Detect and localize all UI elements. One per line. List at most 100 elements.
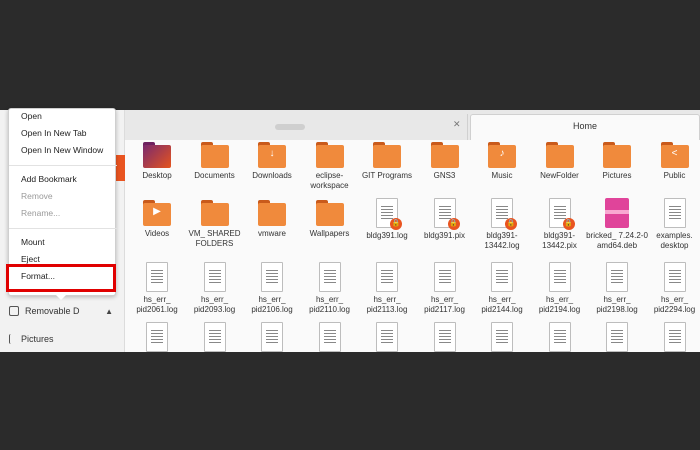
file-item[interactable] bbox=[244, 322, 300, 352]
file-item[interactable] bbox=[532, 322, 588, 352]
folder-icon bbox=[373, 142, 401, 168]
sidebar-item-label: Removable D bbox=[25, 306, 80, 316]
folder-icon bbox=[200, 142, 229, 168]
document-icon bbox=[548, 262, 571, 292]
drive-icon bbox=[9, 306, 19, 316]
file-item[interactable]: ♪ Music bbox=[474, 140, 530, 181]
file-item[interactable]: NewFolder bbox=[532, 140, 588, 181]
file-item[interactable]: ↓ Downloads bbox=[244, 140, 300, 181]
folder-icon bbox=[143, 142, 171, 168]
lock-icon: 🔒 bbox=[562, 218, 575, 230]
file-label: GIT Programs bbox=[361, 171, 413, 180]
file-label: hs_err_ pid2294.log bbox=[653, 295, 696, 314]
file-item[interactable]: hs_err_ pid2294.log bbox=[647, 262, 700, 315]
document-icon bbox=[433, 262, 456, 292]
document-icon bbox=[376, 262, 398, 292]
lock-icon: 🔒 bbox=[447, 218, 460, 230]
file-label: bricked_ 7.24.2-0 amd64.deb bbox=[586, 231, 648, 250]
file-item[interactable]: Pictures bbox=[589, 140, 645, 181]
menu-item-open-new-window[interactable]: Open In New Window bbox=[21, 145, 103, 155]
menu-item-open[interactable]: Open bbox=[21, 111, 42, 121]
file-label: hs_err_ pid2061.log bbox=[136, 295, 178, 314]
file-item[interactable]: hs_err_ pid2106.log bbox=[244, 262, 300, 315]
sidebar-item-removable-drive[interactable]: Removable D ▲ bbox=[0, 300, 125, 322]
file-item[interactable]: 🔒 bldg391-13442.pix bbox=[532, 198, 588, 251]
file-label: Desktop bbox=[142, 171, 172, 180]
file-item[interactable]: examples. desktop bbox=[647, 198, 700, 251]
eject-icon[interactable]: ▲ bbox=[105, 307, 113, 316]
file-item[interactable]: eclipse-workspace bbox=[302, 140, 358, 191]
menu-item-add-bookmark[interactable]: Add Bookmark bbox=[21, 174, 77, 184]
folder-icon bbox=[545, 142, 574, 168]
context-menu-pointer bbox=[56, 295, 66, 300]
file-item[interactable]: bricked_ 7.24.2-0 amd64.deb bbox=[586, 198, 648, 251]
file-item[interactable]: Documents bbox=[187, 140, 243, 181]
bottom-dark-band bbox=[0, 352, 700, 450]
file-label: hs_err_ pid2093.log bbox=[193, 295, 236, 314]
folder-icon bbox=[430, 142, 459, 168]
document-icon bbox=[203, 322, 226, 352]
file-label: NewFolder bbox=[540, 171, 579, 180]
file-item[interactable]: 🔒 bldg391.log bbox=[359, 198, 415, 241]
document-icon bbox=[433, 322, 456, 352]
file-label: Wallpapers bbox=[309, 229, 350, 238]
sidebar-item-pictures[interactable]: Pictures bbox=[0, 328, 125, 350]
file-label: bldg391-13442.log bbox=[484, 231, 520, 250]
file-item[interactable] bbox=[302, 322, 358, 352]
file-label: Music bbox=[491, 171, 513, 180]
document-icon: 🔒 bbox=[491, 198, 517, 230]
lock-icon: 🔒 bbox=[390, 218, 402, 230]
package-icon bbox=[605, 198, 629, 228]
menu-separator bbox=[9, 228, 117, 229]
file-label: bldg391.pix bbox=[424, 231, 465, 240]
file-item[interactable] bbox=[129, 322, 185, 352]
file-item[interactable] bbox=[589, 322, 645, 352]
file-label: hs_err_ pid2194.log bbox=[538, 295, 581, 314]
file-item[interactable]: hs_err_ pid2110.log bbox=[302, 262, 358, 315]
file-item[interactable]: VM_ SHARED FOLDERS bbox=[187, 198, 243, 249]
document-icon: 🔒 bbox=[433, 198, 460, 230]
file-item[interactable]: hs_err_ pid2144.log bbox=[474, 262, 530, 315]
file-item[interactable]: ▶ Videos bbox=[129, 198, 185, 239]
close-tab-icon[interactable]: ✕ bbox=[453, 119, 461, 130]
file-item[interactable]: hs_err_ pid2194.log bbox=[532, 262, 588, 315]
file-item[interactable]: hs_err_ pid2061.log bbox=[129, 262, 185, 315]
menu-item-eject[interactable]: Eject bbox=[21, 254, 40, 264]
file-item[interactable]: < Public bbox=[647, 140, 700, 181]
file-item[interactable]: 🔒 bldg391.pix bbox=[417, 198, 473, 241]
document-icon bbox=[203, 262, 226, 292]
document-icon bbox=[318, 262, 341, 292]
file-item[interactable] bbox=[647, 322, 700, 352]
file-item[interactable]: hs_err_ pid2117.log bbox=[417, 262, 473, 315]
file-label: hs_err_ pid2144.log bbox=[481, 295, 523, 314]
format-highlight-box bbox=[6, 264, 116, 292]
tab-home[interactable]: Home bbox=[470, 114, 700, 140]
file-item[interactable]: 🔒 bldg391-13442.log bbox=[474, 198, 530, 251]
menu-item-mount[interactable]: Mount bbox=[21, 237, 45, 247]
tab-inactive[interactable] bbox=[125, 114, 468, 140]
file-item[interactable] bbox=[187, 322, 243, 352]
tab-bar: ✕ Home bbox=[125, 110, 700, 140]
file-label: Documents bbox=[194, 171, 235, 180]
document-icon bbox=[663, 198, 686, 228]
file-item[interactable]: vmware bbox=[244, 198, 300, 239]
file-item[interactable]: GIT Programs bbox=[359, 140, 415, 181]
file-item[interactable]: GNS3 bbox=[417, 140, 473, 181]
file-item[interactable]: hs_err_ pid2093.log bbox=[187, 262, 243, 315]
file-label: eclipse-workspace bbox=[310, 171, 349, 190]
folder-icon bbox=[200, 200, 229, 226]
file-item[interactable] bbox=[474, 322, 530, 352]
file-item[interactable]: Desktop bbox=[129, 140, 185, 181]
file-item[interactable]: Wallpapers bbox=[302, 198, 358, 239]
file-item[interactable]: hs_err_ pid2198.log bbox=[589, 262, 645, 315]
document-icon: 🔒 bbox=[376, 198, 402, 230]
file-item[interactable] bbox=[417, 322, 473, 352]
file-label: Downloads bbox=[252, 171, 292, 180]
menu-item-remove: Remove bbox=[21, 191, 53, 201]
file-item[interactable]: hs_err_ pid2113.log bbox=[359, 262, 415, 315]
lock-icon: 🔒 bbox=[505, 218, 517, 230]
file-item[interactable] bbox=[359, 322, 415, 352]
file-label: Pictures bbox=[602, 171, 632, 180]
document-icon: 🔒 bbox=[548, 198, 575, 230]
menu-item-open-new-tab[interactable]: Open In New Tab bbox=[21, 128, 87, 138]
